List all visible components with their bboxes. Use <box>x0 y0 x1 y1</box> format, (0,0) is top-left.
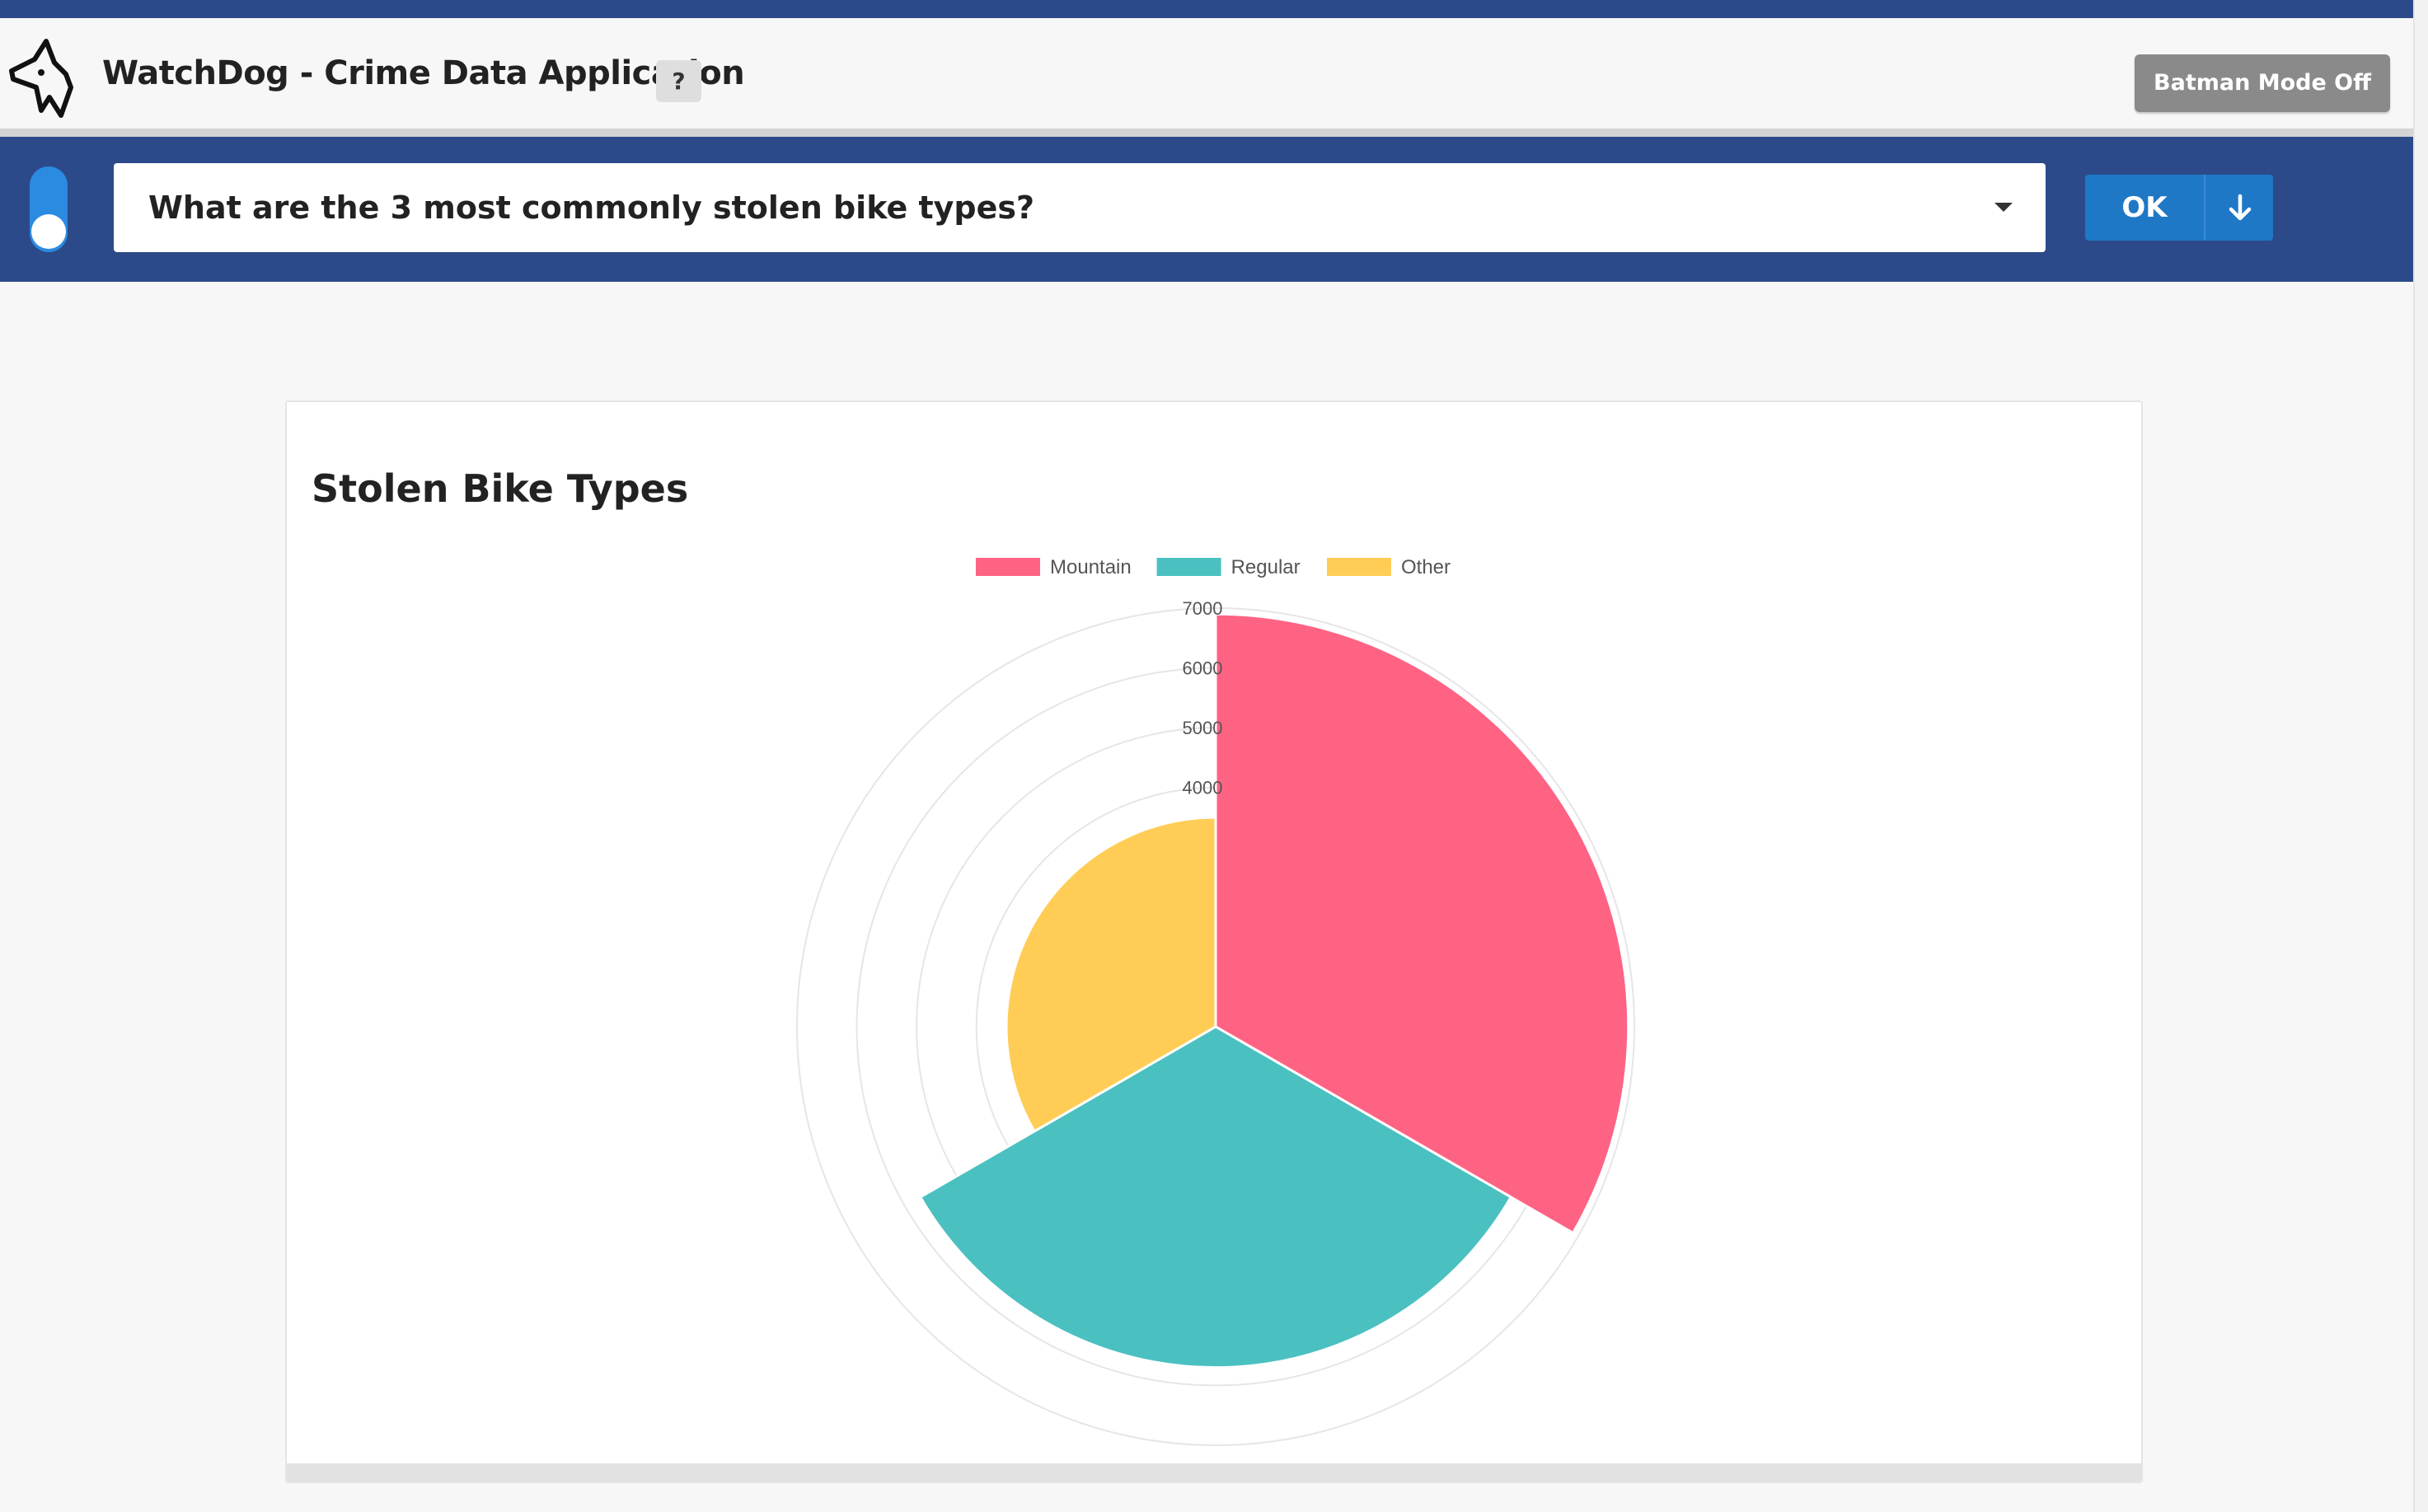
scrollbar[interactable] <box>2413 0 2428 1512</box>
mode-toggle[interactable] <box>30 166 68 252</box>
arrow-down-icon <box>2229 194 2252 221</box>
query-bar: What are the 3 most commonly stolen bike… <box>0 137 2428 282</box>
caret-down-icon <box>1994 203 2013 212</box>
legend-label: Regular <box>1231 556 1301 578</box>
card-footer <box>287 1463 2141 1482</box>
dog-head-icon[interactable] <box>8 38 76 120</box>
tick-label: 4000 <box>1183 778 1223 798</box>
query-select-value: What are the 3 most commonly stolen bike… <box>148 190 1035 226</box>
app-header: WatchDog - Crime Data Application ? Batm… <box>0 18 2428 138</box>
tick-label: 7000 <box>1183 598 1223 619</box>
download-button[interactable] <box>2204 175 2273 241</box>
legend-swatch <box>1327 558 1391 576</box>
legend-swatch <box>976 558 1040 576</box>
batman-mode-button[interactable]: Batman Mode Off <box>2135 54 2390 112</box>
tick-label: 6000 <box>1183 658 1223 679</box>
query-select[interactable]: What are the 3 most commonly stolen bike… <box>114 163 2046 252</box>
polar-area-chart: 7000 6000 5000 4000 Mountain Regular Other <box>796 556 1635 1446</box>
legend-label: Other <box>1401 556 1451 578</box>
help-button[interactable]: ? <box>656 60 701 102</box>
toggle-knob <box>31 214 66 249</box>
app-title: WatchDog - Crime Data Application <box>102 54 745 92</box>
tick-label: 5000 <box>1183 718 1223 738</box>
legend-swatch <box>1156 558 1221 576</box>
chart-card: Stolen Bike Types 7000 6000 5000 4000 Mounta… <box>285 400 2143 1483</box>
ok-button[interactable]: OK <box>2085 175 2204 241</box>
legend-label: Mountain <box>1050 556 1132 578</box>
top-stripe <box>0 0 2428 18</box>
